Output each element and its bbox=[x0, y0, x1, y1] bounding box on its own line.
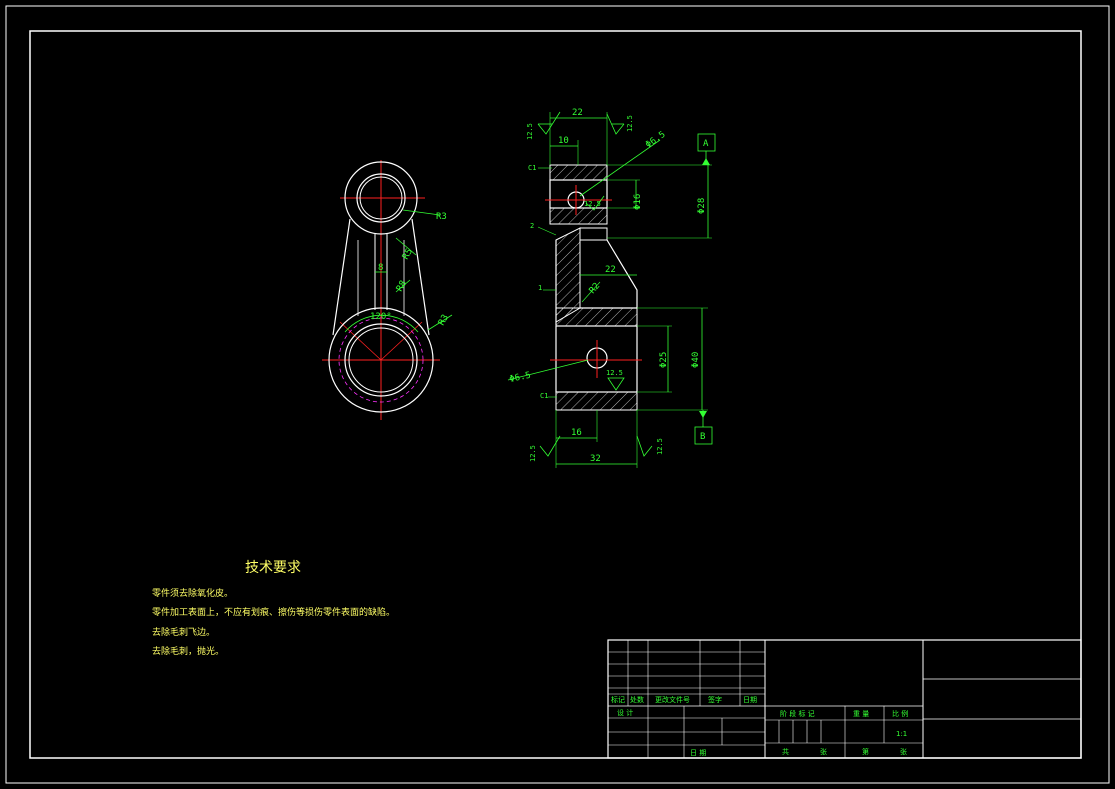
dim-r3-top: R3 bbox=[436, 212, 447, 222]
dim-leader bbox=[537, 226, 557, 236]
notes-line-1: 零件须去除氧化皮。 bbox=[152, 587, 233, 599]
roughness-symbol: 12.5 bbox=[526, 111, 561, 140]
roughness-symbol: 12.5 bbox=[606, 369, 625, 391]
technical-notes: 技术要求 零件须去除氧化皮。 零件加工表面上，不应有划痕、擦伤等损伤零件表面的缺… bbox=[152, 560, 395, 657]
tb-weight: 重 量 bbox=[853, 710, 869, 718]
title-block-text: 标记 处数 更改文件号 签字 日期 设 计 日 期 阶 段 标 记 重 量 比 … bbox=[611, 695, 908, 757]
tb-date: 日期 bbox=[743, 696, 757, 704]
tb-stage: 阶 段 标 记 bbox=[780, 709, 815, 718]
web-top bbox=[579, 227, 608, 241]
notes-title: 技术要求 bbox=[245, 560, 301, 576]
hatch-top bbox=[549, 164, 608, 181]
svg-text:12.5: 12.5 bbox=[606, 369, 623, 377]
notes-line-3: 去除毛刺飞边。 bbox=[152, 626, 215, 638]
dim-r3-big: R3 bbox=[437, 313, 451, 327]
left-view: R3 R5 R8 R3 8 120° bbox=[322, 160, 453, 420]
hatch-bottom-lower bbox=[555, 391, 638, 411]
tb-sheet-total: 共 bbox=[782, 747, 789, 756]
roughness-symbol: 12.5 bbox=[636, 435, 664, 457]
shank-left bbox=[332, 218, 351, 336]
svg-text:12.5: 12.5 bbox=[584, 200, 601, 208]
svg-text:12.5: 12.5 bbox=[656, 438, 664, 455]
shank-right bbox=[411, 218, 430, 336]
dim-bore-top: Φ16 bbox=[633, 194, 643, 210]
tb-count: 处数 bbox=[630, 695, 644, 704]
tb-sheet-no: 第 bbox=[862, 747, 869, 756]
dim-chamfer-bottom: C1 bbox=[540, 392, 548, 400]
tb-designer: 设 计 bbox=[617, 708, 633, 717]
dim-mid-width: 22 bbox=[605, 265, 616, 275]
notes-line-2: 零件加工表面上，不应有划痕、擦伤等损伤零件表面的缺陷。 bbox=[152, 606, 395, 618]
centerline bbox=[339, 321, 382, 361]
dim-chamfer-top: C1 bbox=[528, 164, 536, 172]
dim-bottom-inner: 16 bbox=[571, 428, 582, 438]
tb-scale-label: 比 例 bbox=[892, 709, 908, 718]
roughness-symbol: 12.5 bbox=[606, 113, 634, 135]
tb-sheet-no2: 张 bbox=[900, 747, 907, 756]
dim-step-top: 2 bbox=[530, 222, 534, 230]
notes-line-4: 去除毛刺，抛光。 bbox=[152, 645, 224, 657]
dim-bottom-width: 32 bbox=[590, 454, 601, 464]
tb-sheet-of: 张 bbox=[820, 747, 827, 756]
tb-change: 更改文件号 bbox=[655, 695, 690, 704]
dim-outer-top: Φ28 bbox=[697, 198, 707, 214]
datum-triangle bbox=[699, 411, 707, 418]
tb-sign: 签字 bbox=[708, 695, 722, 704]
datum-triangle bbox=[702, 158, 710, 165]
svg-text:12.5: 12.5 bbox=[529, 445, 537, 462]
hatch-bottom-top bbox=[555, 307, 638, 327]
hatch-top-lower bbox=[549, 207, 608, 225]
svg-text:12.5: 12.5 bbox=[526, 123, 534, 140]
dim-hole-large: Φ6.5 bbox=[509, 371, 532, 385]
dim-hole-small: Φ6.5 bbox=[644, 130, 668, 151]
cad-drawing-canvas: R3 R5 R8 R3 8 120° 22 10 Φ6.5 C1 2 1 C1 … bbox=[0, 0, 1115, 789]
dim-top-width: 22 bbox=[572, 108, 583, 118]
dim-outer-bottom: Φ40 bbox=[691, 352, 701, 368]
tb-mark: 标记 bbox=[611, 695, 625, 704]
dim-r5: R5 bbox=[401, 247, 415, 261]
dim-top-inner: 10 bbox=[558, 136, 569, 146]
dim-leader bbox=[402, 209, 441, 216]
tb-scale-value: 1:1 bbox=[896, 730, 907, 738]
tb-approve: 日 期 bbox=[690, 749, 706, 757]
dim-angle: 120° bbox=[370, 312, 392, 322]
dim-web-width: 8 bbox=[378, 263, 383, 273]
roughness-symbol: 12.5 bbox=[529, 435, 561, 462]
dim-step-mid: 1 bbox=[538, 284, 542, 292]
datum-a: A bbox=[703, 139, 709, 149]
dim-bore-bottom: Φ25 bbox=[659, 352, 669, 368]
right-view: 22 10 Φ6.5 C1 2 1 C1 Φ16 Φ28 22 R2 Φ25 Φ… bbox=[507, 108, 716, 468]
svg-text:12.5: 12.5 bbox=[626, 115, 634, 132]
centerline bbox=[380, 321, 423, 361]
datum-b: B bbox=[700, 432, 705, 442]
drawing-svg: R3 R5 R8 R3 8 120° 22 10 Φ6.5 C1 2 1 C1 … bbox=[5, 5, 1110, 784]
